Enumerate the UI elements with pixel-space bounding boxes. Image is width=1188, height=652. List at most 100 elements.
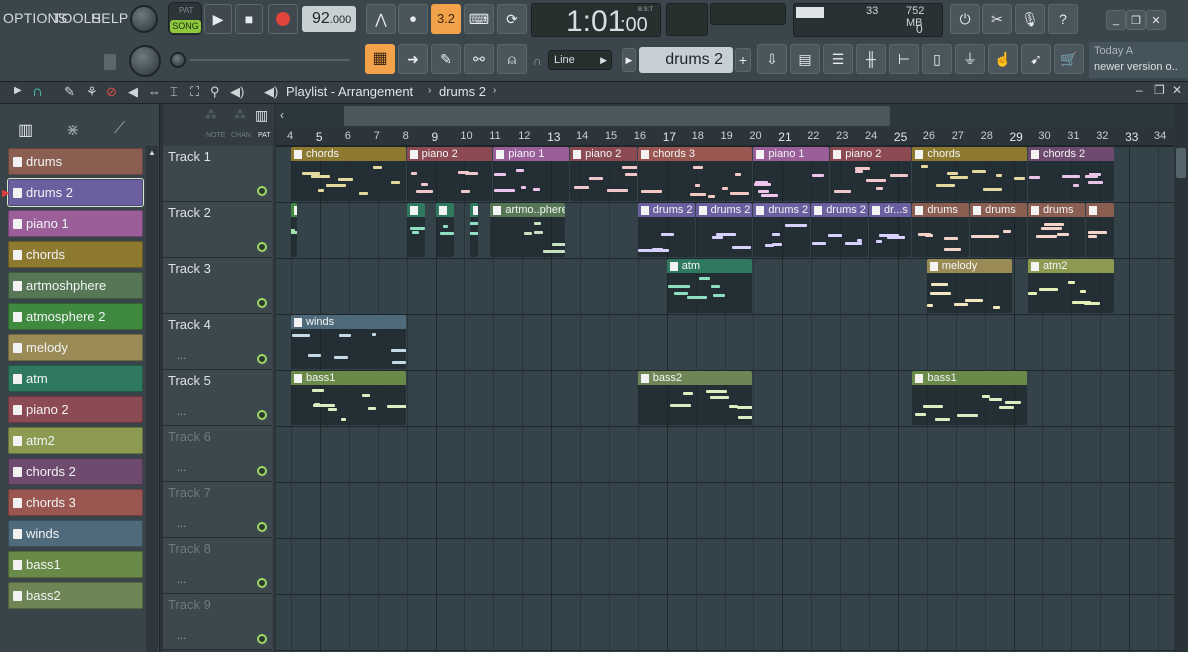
- playlist-clip[interactable]: winds: [291, 315, 406, 369]
- close-button[interactable]: ✕: [1146, 10, 1166, 30]
- slider-handle[interactable]: [170, 52, 186, 68]
- pattern-piano-icon[interactable]: ▥: [255, 107, 268, 124]
- slice-icon[interactable]: ⌶: [170, 84, 178, 100]
- draw-tool-button[interactable]: ✎: [431, 44, 461, 74]
- menu-help[interactable]: HELP: [91, 10, 128, 26]
- magnet-snap-icon[interactable]: ∩: [32, 83, 43, 100]
- speaker-icon[interactable]: ◀): [230, 84, 244, 100]
- playlist-clip[interactable]: drums: [1027, 203, 1085, 257]
- master-pitch-knob[interactable]: [129, 45, 161, 77]
- track-header[interactable]: Track 6...: [163, 426, 272, 482]
- playlist-clip[interactable]: chords: [291, 147, 406, 201]
- pattern-item[interactable]: melody: [8, 334, 143, 361]
- playlist-clip[interactable]: chords 3: [637, 147, 753, 201]
- track-enable-led[interactable]: [257, 410, 267, 420]
- playlist-overview[interactable]: ‹: [276, 104, 1174, 128]
- playlist-restore-icon[interactable]: ❐: [1154, 83, 1165, 97]
- track-enable-led[interactable]: [257, 522, 267, 532]
- playlist-clip[interactable]: atm2: [1027, 259, 1114, 313]
- overview-viewport[interactable]: [344, 106, 890, 126]
- stamp-button[interactable]: ⍝: [497, 44, 527, 74]
- playlist-clip[interactable]: chords: [912, 147, 1027, 201]
- mixer-button[interactable]: ╫: [856, 44, 886, 74]
- pattern-item[interactable]: piano 1: [8, 210, 143, 237]
- automation-icon[interactable]: ⟋: [114, 120, 125, 138]
- pattern-item[interactable]: drums: [8, 148, 143, 175]
- vertical-scroll-thumb[interactable]: [1176, 148, 1186, 178]
- playlist-button[interactable]: ▦: [365, 44, 395, 74]
- playlist-clip[interactable]: [406, 203, 425, 257]
- pattern-item[interactable]: bass1: [8, 551, 143, 578]
- paint-icon[interactable]: ⚘: [86, 84, 98, 100]
- track-header[interactable]: Track 4...: [163, 314, 272, 370]
- playlist-close-icon[interactable]: ✕: [1172, 83, 1182, 97]
- playlist-clip[interactable]: piano 1: [493, 147, 570, 201]
- note-icon[interactable]: ⁂: [205, 108, 217, 122]
- playlist-clip[interactable]: bass2: [637, 371, 753, 425]
- snap-select[interactable]: Line ▶: [548, 50, 612, 70]
- wait-input-button[interactable]: ⏺: [398, 4, 428, 34]
- playlist-minimize-icon[interactable]: –: [1136, 83, 1143, 97]
- pattern-item[interactable]: chords 2: [8, 458, 143, 485]
- track-header[interactable]: Track 3: [163, 258, 272, 314]
- track-header[interactable]: Track 9...: [163, 594, 272, 650]
- playlist-clip[interactable]: chords 2: [1027, 147, 1114, 201]
- channel-rack-button[interactable]: ☰: [823, 44, 853, 74]
- playlist-clip[interactable]: piano 2: [406, 147, 493, 201]
- pat-song-switch[interactable]: PAT SONG: [168, 2, 202, 35]
- zoom-icon[interactable]: ⚲: [210, 84, 220, 100]
- snap-forward-button[interactable]: ➜: [398, 44, 428, 74]
- metronome-button[interactable]: ⋀: [366, 4, 396, 34]
- tools-button[interactable]: ✂: [982, 4, 1012, 34]
- scroll-left-icon[interactable]: ‹: [280, 108, 284, 122]
- step-edit-button[interactable]: 3.2: [431, 4, 461, 34]
- mute-icon[interactable]: ◀: [128, 84, 138, 100]
- playlist-clip[interactable]: bass1: [912, 371, 1027, 425]
- slip-icon[interactable]: ⇔: [148, 84, 161, 99]
- playlist-clip[interactable]: drums 2: [637, 203, 695, 257]
- link-button[interactable]: ⚯: [464, 44, 494, 74]
- playlist-clip[interactable]: drums: [970, 203, 1027, 257]
- master-volume-knob[interactable]: [130, 5, 158, 33]
- record-button[interactable]: [268, 4, 298, 34]
- piano-icon[interactable]: ▥: [18, 120, 33, 140]
- typing-keyboard-button[interactable]: ⌨: [464, 4, 494, 34]
- panic-button[interactable]: ⏻: [950, 4, 980, 34]
- browser-button[interactable]: ⇩: [757, 44, 787, 74]
- pattern-item[interactable]: artmoshphere: [8, 272, 143, 299]
- playlist-clip[interactable]: piano 2: [830, 147, 912, 201]
- playlist-clip[interactable]: dr...s 2: [869, 203, 912, 257]
- project-browser-button[interactable]: ▯: [922, 44, 952, 74]
- pencil-icon[interactable]: ✎: [64, 84, 75, 100]
- track-header[interactable]: Track 2: [163, 202, 272, 258]
- pattern-item[interactable]: chords 3: [8, 489, 143, 516]
- pattern-item[interactable]: bass2: [8, 582, 143, 609]
- playlist-clip[interactable]: [435, 203, 454, 257]
- restore-button[interactable]: ❐: [1126, 10, 1146, 30]
- expand-arrow-icon[interactable]: ▶: [14, 85, 22, 96]
- track-header[interactable]: Track 7...: [163, 482, 272, 538]
- scroll-up-icon[interactable]: ▲: [148, 148, 156, 157]
- playlist-clip[interactable]: melody: [926, 259, 1013, 313]
- record-audio-button[interactable]: 🎙: [1015, 4, 1045, 34]
- pattern-item[interactable]: winds: [8, 520, 143, 547]
- add-pattern-button[interactable]: +: [735, 48, 751, 72]
- playlist-clip[interactable]: bass1: [291, 371, 406, 425]
- pattern-item[interactable]: drums 2: [7, 178, 144, 207]
- track-enable-led[interactable]: [257, 186, 267, 196]
- playlist-clip[interactable]: drums: [912, 203, 970, 257]
- select-icon[interactable]: ⛶: [190, 84, 199, 100]
- news-panel[interactable]: Today A newer version o..: [1089, 42, 1188, 78]
- track-enable-led[interactable]: [257, 634, 267, 644]
- pattern-item[interactable]: chords: [8, 241, 143, 268]
- track-enable-led[interactable]: [257, 578, 267, 588]
- pattern-prev-button[interactable]: ▶: [622, 48, 636, 72]
- position-slider[interactable]: [170, 52, 355, 68]
- pattern-selector[interactable]: drums 2: [639, 47, 733, 73]
- piano-roll-button[interactable]: ▤: [790, 44, 820, 74]
- touch-controller-button[interactable]: ☝: [988, 44, 1018, 74]
- playlist-clip[interactable]: drums 2: [695, 203, 753, 257]
- playlist-clip[interactable]: [1085, 203, 1114, 257]
- online-content-button[interactable]: ➹: [1021, 44, 1051, 74]
- channel-icon[interactable]: ⁂: [234, 108, 246, 122]
